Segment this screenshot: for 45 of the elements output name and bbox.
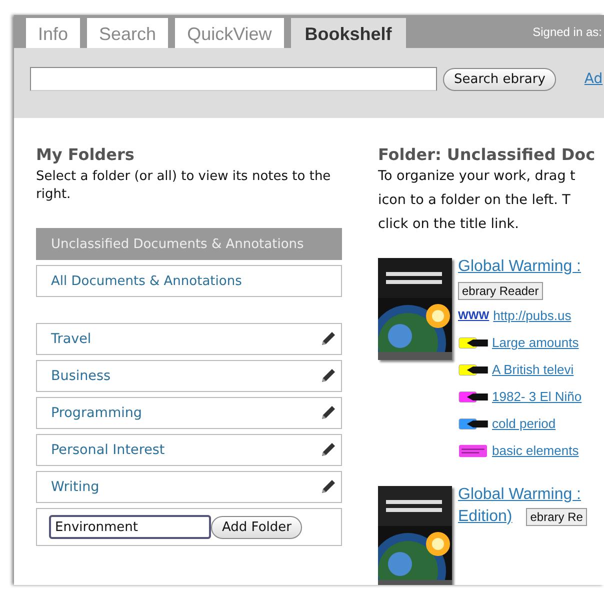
- annotation-link[interactable]: Large amounts: [492, 335, 579, 350]
- reader-button[interactable]: ebrary Reader: [458, 282, 543, 300]
- note-icon[interactable]: [458, 444, 488, 458]
- folder-item[interactable]: All Documents & Annotations: [36, 265, 342, 297]
- document-title-link[interactable]: Edition): [458, 508, 512, 526]
- pencil-icon[interactable]: [319, 404, 337, 422]
- tab[interactable]: QuickView: [175, 18, 284, 48]
- advanced-link[interactable]: Ad: [584, 71, 603, 87]
- folder-link[interactable]: Writing: [51, 479, 100, 495]
- highlighter-icon[interactable]: [458, 390, 488, 404]
- instruction-text: click on the title link.: [378, 215, 520, 234]
- folder-name-field[interactable]: Environment: [49, 515, 211, 539]
- annotation-link[interactable]: http://pubs.us: [493, 308, 572, 323]
- pencil-icon[interactable]: [319, 330, 337, 348]
- annotation-link[interactable]: 1982- 3 El Niño: [492, 389, 582, 404]
- folder-link[interactable]: Travel: [51, 331, 92, 347]
- search-field[interactable]: [30, 67, 437, 91]
- pencil-icon[interactable]: [319, 441, 337, 459]
- folder-link[interactable]: Programming: [51, 405, 142, 421]
- highlighter-icon[interactable]: [458, 336, 488, 350]
- highlighter-icon[interactable]: [458, 362, 488, 376]
- folder-link[interactable]: Personal Interest: [51, 442, 165, 458]
- instruction-text: To organize your work, drag t: [378, 167, 576, 186]
- annotation-link[interactable]: A British televi: [492, 362, 574, 377]
- search-button[interactable]: Search ebrary: [443, 68, 556, 90]
- document-title-link[interactable]: Global Warming :: [458, 486, 581, 504]
- pencil-icon[interactable]: [319, 367, 337, 385]
- instruction-text: icon to a folder on the left. T: [378, 191, 572, 210]
- tab[interactable]: Search: [87, 18, 168, 48]
- tab[interactable]: Info: [26, 18, 80, 48]
- reader-button[interactable]: ebrary Re: [526, 508, 587, 526]
- tab[interactable]: Bookshelf: [290, 18, 406, 48]
- folder-title: Folder: Unclassified Doc: [378, 145, 596, 164]
- section-title: My Folders: [36, 145, 136, 164]
- document-title-link[interactable]: Global Warming :: [458, 258, 581, 276]
- annotation-link[interactable]: cold period: [492, 416, 556, 431]
- section-description: Select a folder (or all) to view its notes to the right.: [36, 168, 332, 204]
- add-folder-button[interactable]: Add Folder: [211, 516, 302, 538]
- folder-item[interactable]: Unclassified Documents & Annotations: [36, 228, 342, 260]
- highlighter-icon[interactable]: [458, 416, 488, 430]
- annotation-link[interactable]: basic elements: [492, 443, 579, 458]
- folder-link[interactable]: Business: [51, 368, 111, 384]
- pencil-icon[interactable]: [319, 478, 337, 496]
- web-link-icon[interactable]: WWW: [458, 310, 490, 322]
- signed-in-label: Signed in as:: [532, 24, 602, 38]
